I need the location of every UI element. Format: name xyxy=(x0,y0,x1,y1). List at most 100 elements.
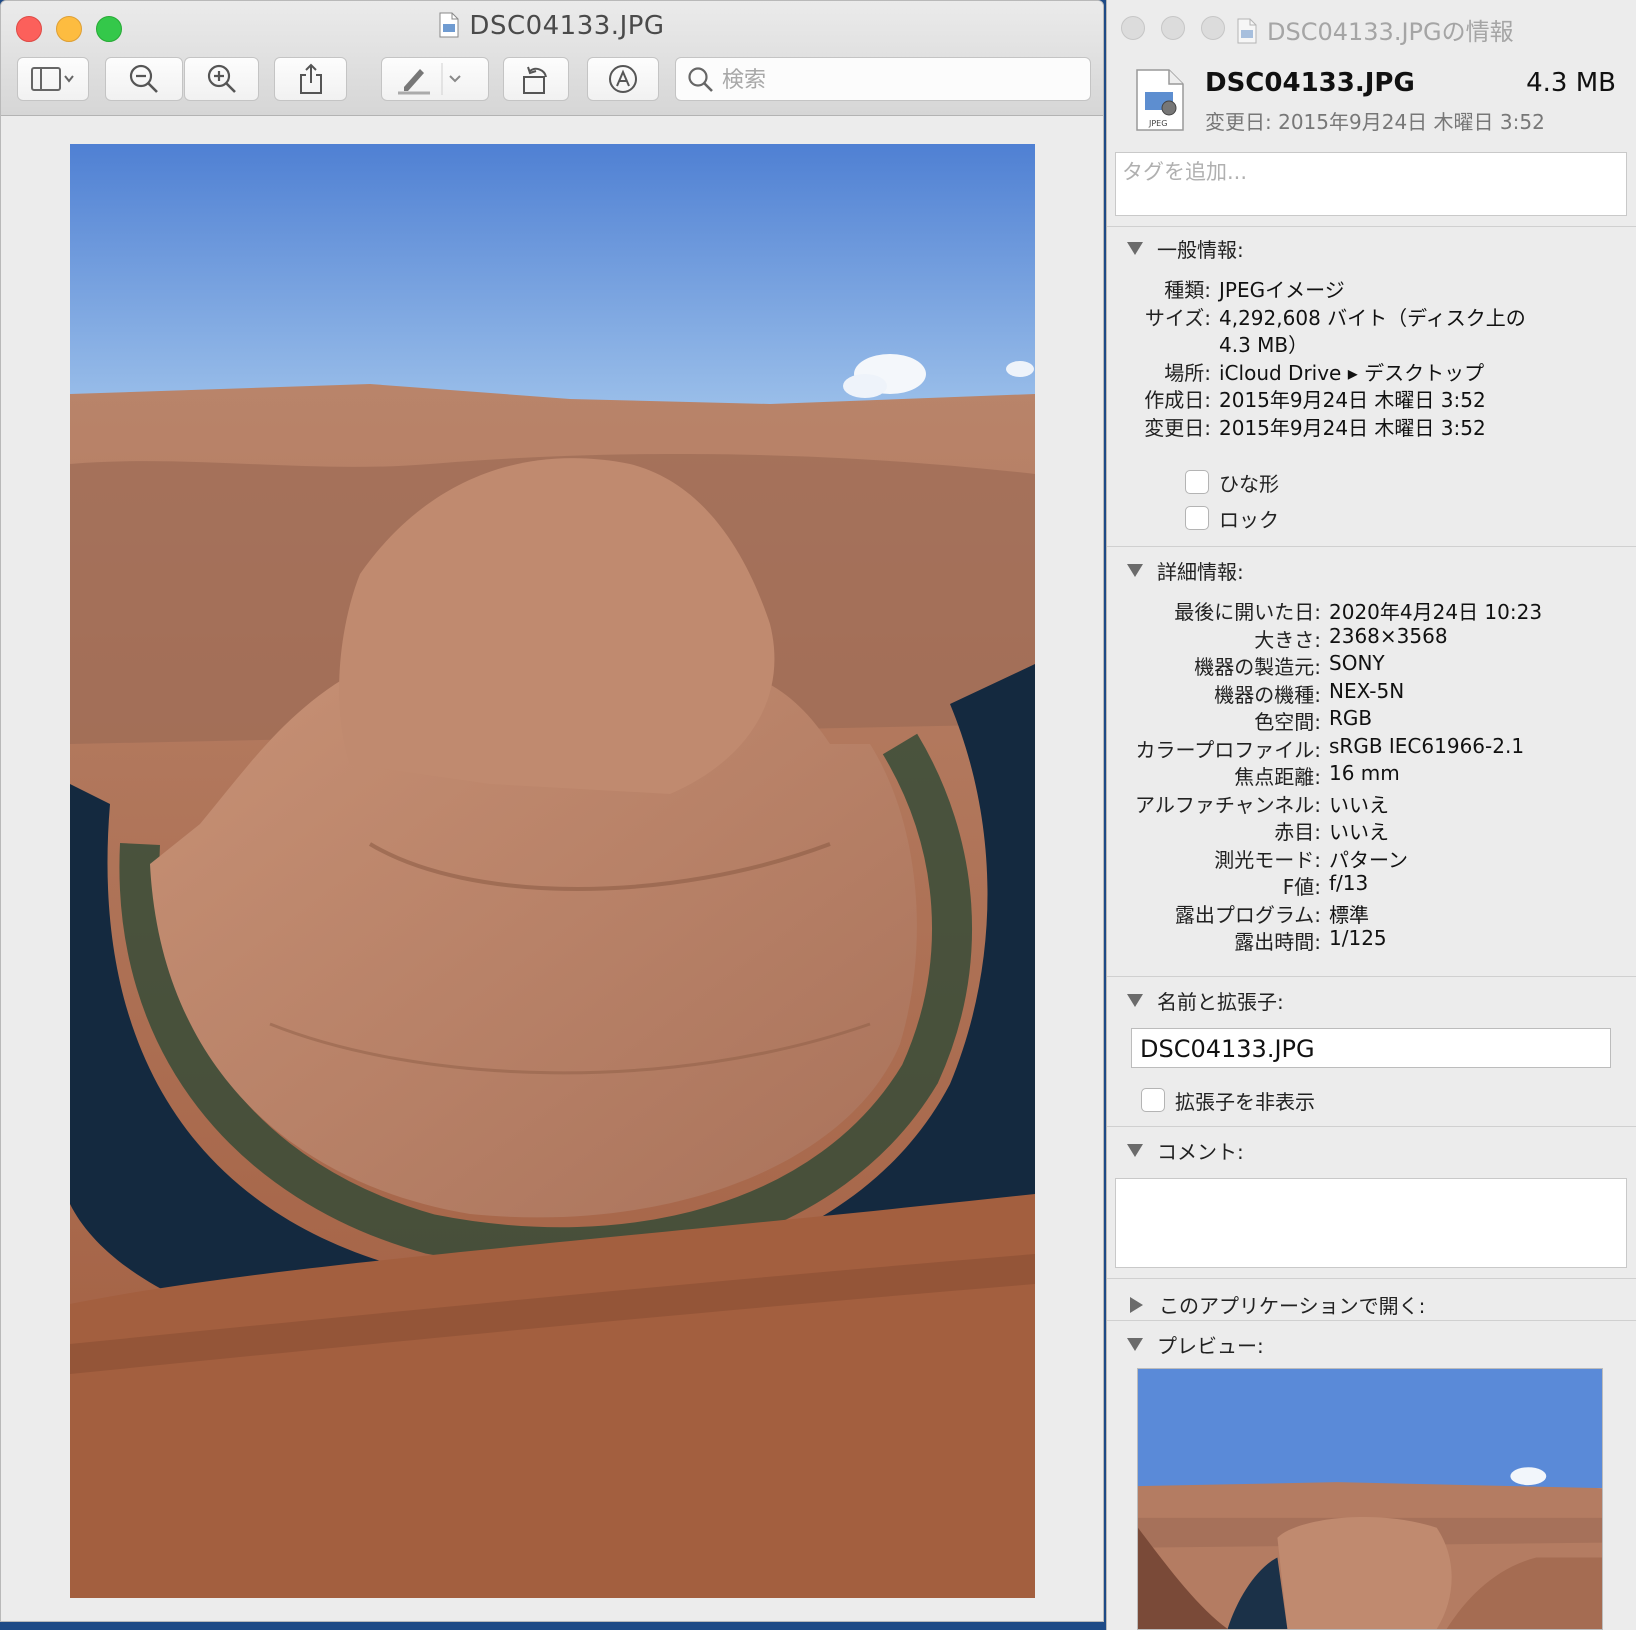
annotate-icon xyxy=(609,65,637,93)
search-input[interactable] xyxy=(720,64,1074,96)
locked-checkbox[interactable] xyxy=(1185,506,1209,530)
info-row-key: 最後に開いた日: xyxy=(1174,600,1321,624)
search-field[interactable] xyxy=(675,57,1091,101)
disclosure-triangle-icon[interactable] xyxy=(1127,1338,1143,1351)
divider xyxy=(1107,226,1636,227)
rotate-icon xyxy=(523,66,547,94)
info-row-value: sRGB IEC61966-2.1 xyxy=(1329,733,1525,758)
document-canvas[interactable] xyxy=(1,116,1103,1621)
info-row: サイズ: 4,292,608 バイト（ディスク上の xyxy=(1107,302,1636,330)
disclosure-triangle-icon[interactable] xyxy=(1127,1144,1143,1157)
info-row-value: 16 mm xyxy=(1329,761,1400,785)
info-row: 機器の機種: NEX-5N xyxy=(1107,679,1636,707)
info-row-value: iCloud Drive ▸ デスクトップ xyxy=(1219,360,1485,385)
section-preview-heading: プレビュー: xyxy=(1157,1334,1264,1358)
info-row: 大きさ: 2368×3568 xyxy=(1107,624,1636,652)
name-input[interactable] xyxy=(1138,1032,1602,1066)
zoom-in-button[interactable] xyxy=(184,57,259,101)
comments-textarea[interactable] xyxy=(1120,1183,1622,1265)
info-row: アルファチャンネル: いいえ xyxy=(1107,789,1636,817)
info-row: 焦点距離: 16 mm xyxy=(1107,761,1636,789)
info-row-value: RGB xyxy=(1329,706,1373,730)
info-row-key: 種類: xyxy=(1164,278,1211,302)
info-close-button[interactable] xyxy=(1121,16,1145,40)
section-name-extension-heading: 名前と拡張子: xyxy=(1157,990,1284,1014)
info-row-key: 機器の製造元: xyxy=(1194,655,1321,679)
info-row: 測光モード: パターン xyxy=(1107,844,1636,872)
stationery-checkbox[interactable] xyxy=(1185,470,1209,494)
divider xyxy=(1107,1320,1636,1321)
window-title-text: DSC04133.JPG xyxy=(469,11,665,41)
share-button[interactable] xyxy=(274,57,347,101)
name-field[interactable] xyxy=(1131,1028,1611,1068)
info-row-value: 4,292,608 バイト（ディスク上の xyxy=(1219,305,1526,330)
info-row-key: 機器の機種: xyxy=(1214,682,1321,707)
section-more-info-heading: 詳細情報: xyxy=(1157,560,1244,584)
disclosure-triangle-icon[interactable] xyxy=(1130,1296,1143,1313)
comments-field[interactable] xyxy=(1115,1178,1627,1268)
section-more-info-toggle[interactable]: 詳細情報: xyxy=(1127,556,1244,585)
disclosure-triangle-icon[interactable] xyxy=(1127,564,1143,577)
info-row-key: カラープロファイル: xyxy=(1135,737,1321,762)
info-row-key: 焦点距離: xyxy=(1234,765,1321,789)
info-row-key: F値: xyxy=(1282,875,1321,899)
preview-titlebar[interactable]: DSC04133.JPG xyxy=(1,1,1103,116)
info-window-title-text: DSC04133.JPGの情報 xyxy=(1267,18,1514,46)
stationery-label: ひな形 xyxy=(1219,472,1279,496)
disclosure-triangle-icon[interactable] xyxy=(1127,242,1143,255)
info-row: 露出プログラム: 標準 xyxy=(1107,899,1636,927)
info-row-key: 露出時間: xyxy=(1234,930,1321,954)
rotate-button[interactable] xyxy=(503,57,569,101)
share-icon xyxy=(299,63,322,94)
divider xyxy=(1107,1126,1636,1127)
info-window: DSC04133.JPGの情報 JPEG DSC04133.JPG 4.3 MB… xyxy=(1106,0,1636,1630)
info-row-value: f/13 xyxy=(1329,871,1369,895)
window-title: DSC04133.JPG xyxy=(1,11,1103,41)
info-row: 4.3 MB） xyxy=(1107,329,1636,357)
jpeg-file-icon: JPEG xyxy=(1136,69,1184,131)
info-row-key: 測光モード: xyxy=(1214,847,1321,872)
info-minimize-button[interactable] xyxy=(1161,16,1185,40)
section-comments-heading: コメント: xyxy=(1157,1140,1244,1164)
divider xyxy=(1107,1278,1636,1279)
section-preview-toggle[interactable]: プレビュー: xyxy=(1127,1330,1264,1359)
annotate-button[interactable] xyxy=(587,57,659,101)
locked-label: ロック xyxy=(1219,508,1279,532)
info-row-value: 標準 xyxy=(1329,902,1369,927)
file-name: DSC04133.JPG xyxy=(1205,68,1415,98)
section-open-with-heading: このアプリケーションで開く: xyxy=(1159,1294,1426,1318)
section-open-with-toggle[interactable]: このアプリケーションで開く: xyxy=(1127,1290,1425,1319)
modified-date: 変更日: 2015年9月24日 木曜日 3:52 xyxy=(1205,110,1545,134)
info-row: カラープロファイル: sRGB IEC61966-2.1 xyxy=(1107,733,1636,762)
info-row: 種類: JPEGイメージ xyxy=(1107,274,1636,302)
section-general-toggle[interactable]: 一般情報: xyxy=(1127,234,1244,263)
info-row-value: SONY xyxy=(1329,651,1385,675)
hide-extension-checkbox[interactable] xyxy=(1141,1088,1165,1112)
info-row: 最後に開いた日: 2020年4月24日 10:23 xyxy=(1107,596,1636,624)
divider xyxy=(1107,976,1636,977)
zoom-out-button[interactable] xyxy=(105,57,183,101)
svg-text:JPEG: JPEG xyxy=(1148,119,1167,128)
info-row-key: 場所: xyxy=(1164,360,1211,385)
markup-button[interactable] xyxy=(381,57,489,101)
info-row-value: 2015年9月24日 木曜日 3:52 xyxy=(1219,388,1486,412)
photo-image xyxy=(70,144,1035,1598)
file-size: 4.3 MB xyxy=(1526,68,1616,98)
info-zoom-button[interactable] xyxy=(1201,16,1225,40)
info-row-value: 1/125 xyxy=(1329,926,1387,950)
sidebar-view-button[interactable] xyxy=(17,57,89,101)
section-comments-toggle[interactable]: コメント: xyxy=(1127,1136,1244,1165)
section-name-extension-toggle[interactable]: 名前と拡張子: xyxy=(1127,986,1284,1015)
info-row-value: いいえ xyxy=(1329,820,1389,844)
tags-field[interactable] xyxy=(1115,152,1627,216)
info-titlebar[interactable]: DSC04133.JPGの情報 xyxy=(1107,0,1636,52)
tags-input[interactable] xyxy=(1120,157,1614,187)
info-row: 変更日: 2015年9月24日 木曜日 3:52 xyxy=(1107,412,1636,440)
disclosure-triangle-icon[interactable] xyxy=(1127,994,1143,1007)
info-row-key: 赤目: xyxy=(1274,820,1321,844)
info-row-value: 2015年9月24日 木曜日 3:52 xyxy=(1219,415,1486,440)
photo-horseshoe-bend[interactable] xyxy=(70,144,1035,1598)
info-row-key: 作成日: xyxy=(1144,388,1211,412)
info-row: 機器の製造元: SONY xyxy=(1107,651,1636,679)
zoom-in-icon xyxy=(207,64,236,93)
